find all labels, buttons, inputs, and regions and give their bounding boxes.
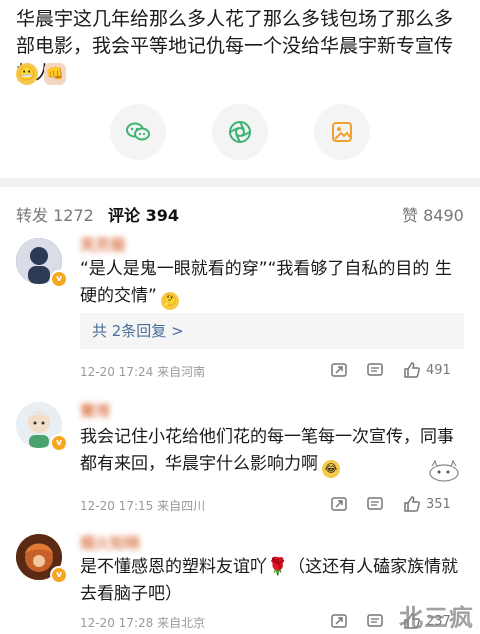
comment-text: “是人是鬼一眼就看的穿”“我看够了自私的目的 生硬的交情” 🤔 bbox=[80, 256, 464, 310]
tab-repost[interactable]: 转发 1272 bbox=[16, 202, 94, 226]
replies-label: 共 2条回复 > bbox=[92, 322, 184, 340]
comment-meta: 12-20 17:28 来自北京 bbox=[80, 616, 206, 630]
comment-body: 我会记住小花给他们花的每一笔每一次宣传，同事都有来回，华晨宇什么影响力啊 bbox=[80, 427, 454, 474]
verified-badge-icon: v bbox=[50, 434, 68, 452]
fist-icon: 👊 bbox=[44, 63, 66, 85]
thumbs-up-icon bbox=[404, 496, 420, 512]
view-replies-button[interactable]: 共 2条回复 > bbox=[80, 313, 464, 349]
reply-icon[interactable] bbox=[366, 493, 384, 515]
like-count: 351 bbox=[426, 496, 451, 512]
comment-username[interactable]: 芙灵烟 bbox=[80, 234, 125, 255]
comment-meta: 12-20 17:15 来自四川 bbox=[80, 499, 206, 513]
moments-share-icon bbox=[229, 121, 251, 143]
moments-share-button[interactable] bbox=[212, 104, 268, 160]
reply-icon[interactable] bbox=[366, 610, 384, 632]
wechat-share-icon bbox=[126, 122, 150, 141]
thinking-face-icon: 🤔 bbox=[160, 292, 179, 310]
post-text: 华晨宇这几年给那么多人花了那么多钱包场了那么多部电影，我会平等地记仇每一个没给华… bbox=[16, 8, 454, 84]
tab-comments[interactable]: 评论 394 bbox=[108, 202, 179, 226]
comment-actions: 491 bbox=[330, 359, 480, 381]
tab-likes[interactable]: 赞 8490 bbox=[402, 202, 464, 226]
interaction-tabs: 转发 1272 评论 394 赞 8490 bbox=[0, 196, 480, 226]
save-image-button[interactable] bbox=[314, 104, 370, 160]
grin-face-icon: 😬 bbox=[16, 63, 38, 85]
thumbs-up-icon bbox=[404, 362, 420, 378]
watermark: 北三疯 bbox=[399, 604, 474, 632]
comment-item: v 芙灵烟 “是人是鬼一眼就看的穿”“我看够了自私的目的 生硬的交情” 🤔 共 2… bbox=[0, 234, 480, 384]
share-row bbox=[0, 104, 480, 164]
like-button[interactable]: 491 bbox=[402, 359, 451, 381]
like-button[interactable]: 351 bbox=[402, 493, 451, 515]
repost-icon[interactable] bbox=[330, 359, 348, 381]
reply-icon[interactable] bbox=[366, 359, 384, 381]
comment-username[interactable]: 烟火知晓 bbox=[80, 532, 140, 553]
repost-icon[interactable] bbox=[330, 493, 348, 515]
comment-item: v 菁湾 我会记住小花给他们花的每一笔每一次宣传，同事都有来回，华晨宇什么影响力… bbox=[0, 398, 480, 522]
verified-badge-icon: v bbox=[50, 566, 68, 584]
save-image-icon bbox=[332, 122, 352, 142]
post-emojis: 😬 👊 bbox=[16, 63, 66, 85]
section-divider bbox=[0, 178, 480, 187]
repost-icon[interactable] bbox=[330, 610, 348, 632]
comment-body: “是人是鬼一眼就看的穿”“我看够了自私的目的 生硬的交情” bbox=[80, 259, 452, 306]
wechat-share-button[interactable] bbox=[110, 104, 166, 160]
comment-username[interactable]: 菁湾 bbox=[80, 400, 110, 421]
laughing-face-icon: 😂 bbox=[322, 460, 340, 478]
comment-actions: 351 bbox=[330, 493, 480, 515]
like-count: 491 bbox=[426, 362, 451, 378]
verified-badge-icon: v bbox=[50, 270, 68, 288]
comment-meta: 12-20 17:24 来自河南 bbox=[80, 365, 206, 379]
comment-text: 我会记住小花给他们花的每一笔每一次宣传，同事都有来回，华晨宇什么影响力啊 😂 bbox=[80, 424, 464, 478]
cat-sticker-icon bbox=[429, 459, 459, 482]
